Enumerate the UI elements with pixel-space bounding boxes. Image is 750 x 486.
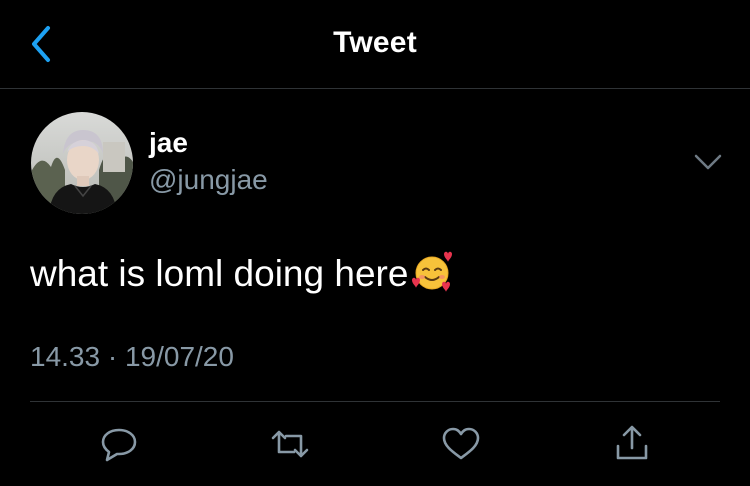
chevron-down-icon [694,154,722,170]
tweet-detail-screen: Tweet jae @jungjae what is loml doing he… [0,0,750,486]
share-button[interactable] [608,420,656,468]
tweet-text: what is loml doing here [30,253,409,294]
reply-icon [101,428,137,462]
avatar[interactable] [31,112,133,214]
smiling-face-with-hearts-icon [410,250,454,294]
divider [30,401,720,402]
author-handle[interactable]: @jungjae [149,164,268,196]
reply-button[interactable] [95,420,143,468]
top-bar: Tweet [0,0,750,89]
share-icon [616,425,648,460]
tweet-body: what is loml doing here [30,250,454,297]
like-button[interactable] [437,420,485,468]
retweet-icon [271,430,309,458]
author-display-name[interactable]: jae [149,127,188,159]
tweet-timestamp: 14.33 · 19/07/20 [30,341,234,372]
retweet-button[interactable] [266,420,314,468]
page-title: Tweet [333,26,417,59]
avatar-image [31,112,133,214]
more-options-button[interactable] [690,148,726,176]
heart-icon [442,427,480,460]
